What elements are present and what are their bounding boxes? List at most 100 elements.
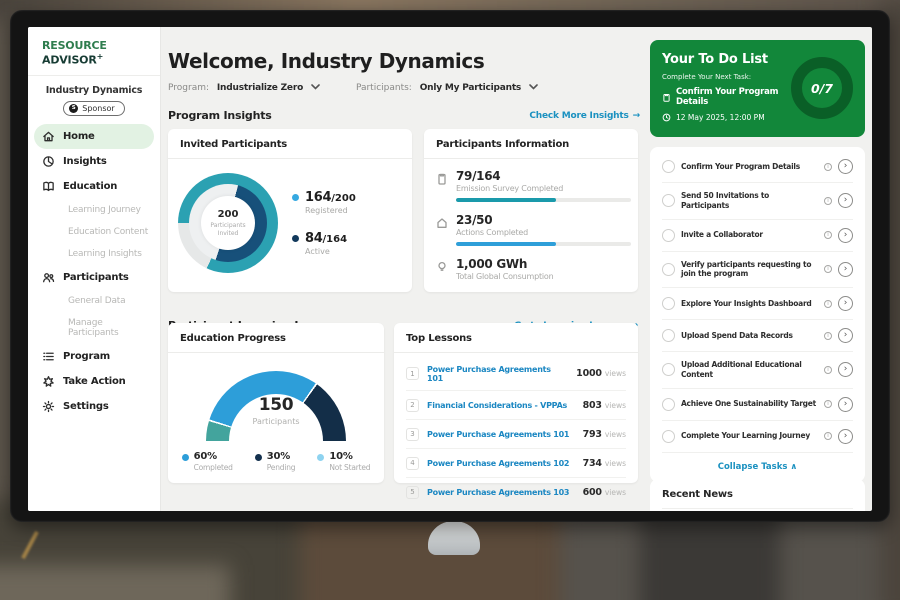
task-row-upload-spend-data-records: Upload Spend Data Recordsi› bbox=[662, 320, 853, 352]
monitor-bezel: RESOURCE ADVISOR+ Industry Dynamics S Sp… bbox=[10, 10, 890, 522]
chevron-down-icon bbox=[311, 83, 320, 93]
lesson-views-suffix: views bbox=[605, 488, 626, 497]
sidebar-item-program[interactable]: Program bbox=[34, 344, 154, 369]
check-more-insights-link[interactable]: Check More Insights→ bbox=[529, 111, 640, 121]
task-row-verify-participants-requesting-to-join-the-program: Verify participants requesting to join t… bbox=[662, 252, 853, 289]
top-lessons-title: Top Lessons bbox=[394, 323, 638, 353]
lesson-views-count: 734 bbox=[583, 458, 602, 469]
stat-row-actions-completed: 23/50Actions Completed bbox=[436, 213, 626, 246]
todo-next-task-text: Confirm Your Program Details bbox=[676, 87, 802, 107]
lesson-link[interactable]: Power Purchase Agreements 102 bbox=[427, 459, 575, 468]
take-action-icon bbox=[42, 375, 55, 388]
lesson-row: 4Power Purchase Agreements 102734views bbox=[406, 449, 626, 478]
stat-body: 79/164Emission Survey Completed bbox=[456, 169, 631, 202]
gauge-legend-item-not-started: 10%Not Started bbox=[317, 451, 370, 472]
legend-dot-icon bbox=[292, 194, 299, 201]
lesson-link[interactable]: Power Purchase Agreements 101 bbox=[427, 365, 568, 383]
task-open-button[interactable]: › bbox=[838, 159, 853, 174]
sidebar-item-take-action[interactable]: Take Action bbox=[34, 369, 154, 394]
task-open-button[interactable]: › bbox=[838, 262, 853, 277]
todo-summary-card: Your To Do List Complete Your Next Task:… bbox=[650, 40, 865, 137]
task-row-invite-a-collaborator: Invite a Collaboratori› bbox=[662, 220, 853, 252]
sponsor-label: Sponsor bbox=[82, 104, 114, 113]
stat-value: 79/164 bbox=[456, 169, 631, 183]
task-open-button[interactable]: › bbox=[838, 429, 853, 444]
task-row-achieve-one-sustainability-target: Achieve One Sustainability Target i › bbox=[662, 389, 853, 421]
invited-legend-item-active: 84/164Active bbox=[292, 231, 356, 256]
collapse-tasks-link[interactable]: Collapse Tasks ∧ bbox=[662, 453, 853, 474]
sidebar-item-participants[interactable]: Participants bbox=[34, 265, 154, 290]
legend-value-rest: /200 bbox=[331, 193, 356, 204]
task-checkbox[interactable] bbox=[662, 329, 675, 342]
task-checkbox[interactable] bbox=[662, 363, 675, 376]
top-lessons-card: Top Lessons 1Power Purchase Agreements 1… bbox=[394, 323, 638, 483]
sidebar-item-education[interactable]: Education bbox=[34, 174, 154, 199]
sidebar-item-label: Insights bbox=[63, 156, 107, 167]
participants-dropdown[interactable]: Participants: Only My Participants bbox=[356, 83, 538, 93]
education-progress-gauge: 150 Participants bbox=[206, 371, 346, 441]
participants-label: Participants: bbox=[356, 83, 412, 93]
bulb-icon bbox=[436, 257, 448, 281]
main-content: Welcome, Industry Dynamics Program: Indu… bbox=[168, 27, 640, 511]
sidebar-item-settings[interactable]: Settings bbox=[34, 394, 154, 419]
task-open-button[interactable]: › bbox=[838, 296, 853, 311]
sidebar-item-insights[interactable]: Insights bbox=[34, 149, 154, 174]
lesson-link[interactable]: Financial Considerations - VPPAs bbox=[427, 401, 575, 410]
stat-progress-bar bbox=[456, 198, 631, 202]
task-checkbox[interactable] bbox=[662, 263, 675, 276]
sponsor-badge: S Sponsor bbox=[63, 101, 124, 116]
task-open-button[interactable]: › bbox=[838, 193, 853, 208]
sidebar-item-label: Home bbox=[63, 131, 95, 142]
lesson-row: 2Financial Considerations - VPPAs803view… bbox=[406, 391, 626, 420]
clipboard-icon bbox=[662, 93, 671, 102]
sidebar-item-home[interactable]: Home bbox=[34, 124, 154, 149]
task-checkbox[interactable] bbox=[662, 430, 675, 443]
legend-value-main: 164 bbox=[305, 190, 331, 205]
task-checkbox[interactable] bbox=[662, 194, 675, 207]
stat-label: Actions Completed bbox=[456, 228, 631, 237]
legend-label: Pending bbox=[267, 463, 296, 472]
todo-progress-badge: 0/7 bbox=[791, 57, 853, 119]
lesson-rank-badge: 2 bbox=[406, 399, 419, 412]
sidebar-subitem-learning-journey[interactable]: Learning Journey bbox=[28, 199, 160, 221]
task-open-button[interactable]: › bbox=[838, 228, 853, 243]
settings-icon bbox=[42, 400, 55, 413]
sidebar-item-label: Program bbox=[63, 351, 110, 362]
task-checkbox[interactable] bbox=[662, 229, 675, 242]
lesson-rank-badge: 3 bbox=[406, 428, 419, 441]
lesson-rank-badge: 5 bbox=[406, 486, 419, 499]
sidebar-subitem-education-content[interactable]: Education Content bbox=[28, 221, 160, 243]
lesson-views: 600views bbox=[583, 487, 626, 498]
arrow-right-icon: → bbox=[633, 111, 640, 121]
sidebar-item-label: Education bbox=[63, 181, 117, 192]
lesson-link[interactable]: Power Purchase Agreements 103 bbox=[427, 488, 575, 497]
legend-text: 84/164Active bbox=[305, 231, 347, 256]
lesson-link[interactable]: Power Purchase Agreements 101 bbox=[427, 430, 575, 439]
info-icon: i bbox=[824, 400, 832, 408]
legend-value: 84/164 bbox=[305, 231, 347, 246]
task-open-button[interactable]: › bbox=[838, 328, 853, 343]
task-label: Upload Additional Educational Content bbox=[681, 360, 818, 380]
stat-progress-fill bbox=[456, 242, 556, 246]
task-open-button[interactable]: › bbox=[838, 362, 853, 377]
task-checkbox[interactable] bbox=[662, 398, 675, 411]
task-label: Achieve One Sustainability Target bbox=[681, 399, 818, 409]
task-open-button[interactable]: › bbox=[838, 397, 853, 412]
sidebar-subitem-learning-insights[interactable]: Learning Insights bbox=[28, 243, 160, 265]
invited-legend: 164/200Registered84/164Active bbox=[292, 190, 356, 256]
task-checkbox[interactable] bbox=[662, 297, 675, 310]
legend-dot-icon bbox=[255, 454, 262, 461]
sidebar-subitem-manage-participants[interactable]: Manage Participants bbox=[28, 312, 160, 344]
lesson-row: 3Power Purchase Agreements 101793views bbox=[406, 420, 626, 449]
program-dropdown[interactable]: Program: Industrialize Zero bbox=[168, 83, 320, 93]
stat-body: 1,000 GWhTotal Global Consumption bbox=[456, 257, 553, 281]
right-panel: Your To Do List Complete Your Next Task:… bbox=[650, 27, 865, 511]
task-label: Complete Your Learning Journey bbox=[681, 431, 818, 441]
invited-participants-body: 200 Participants Invited 164/200Register… bbox=[168, 159, 412, 287]
task-label: Confirm Your Program Details bbox=[681, 162, 818, 172]
lesson-views-suffix: views bbox=[605, 369, 626, 378]
clock-icon bbox=[662, 113, 671, 122]
task-checkbox[interactable] bbox=[662, 160, 675, 173]
sidebar-subitem-general-data[interactable]: General Data bbox=[28, 290, 160, 312]
task-label: Send 50 Invitations to Participants bbox=[681, 191, 818, 211]
